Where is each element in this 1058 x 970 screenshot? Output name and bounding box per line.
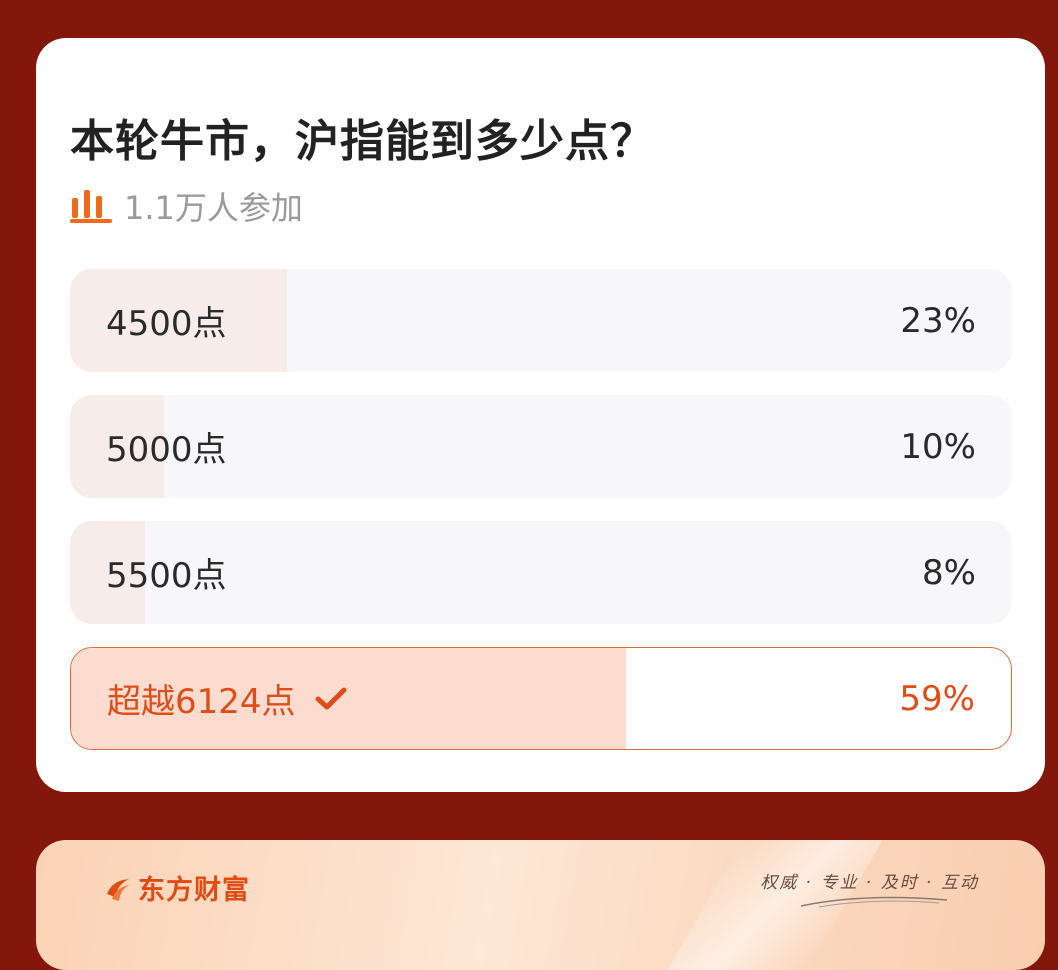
poll-options: 4500点 23% 5000点 10% 5500点 8% 超越6124点 59% (70, 269, 1012, 773)
poll-option-4500[interactable]: 4500点 23% (70, 269, 1012, 372)
flame-logo-icon (107, 878, 129, 901)
checkmark-icon (315, 687, 347, 709)
option-percent: 8% (922, 552, 976, 593)
brand-banner: 东方财富 权威 · 专业 · 及时 · 互动 (36, 840, 1045, 970)
swoosh-decoration (800, 896, 948, 908)
option-label: 5000点 (106, 430, 227, 470)
poll-option-above-6124[interactable]: 超越6124点 59% (70, 647, 1012, 750)
poll-card: 本轮牛市，沪指能到多少点？ 1.1万人参加 4500点 23% 5000点 10… (36, 38, 1045, 792)
option-percent: 23% (900, 300, 976, 341)
brand-name: 东方财富 (104, 868, 250, 907)
participants-count: 1.1万人参加 (70, 183, 303, 229)
brand-text: 东方财富 (138, 875, 250, 906)
option-label: 4500点 (106, 304, 227, 344)
option-label: 5500点 (106, 556, 227, 596)
poll-option-5000[interactable]: 5000点 10% (70, 395, 1012, 498)
bar-chart-icon (70, 190, 112, 223)
poll-option-5500[interactable]: 5500点 8% (70, 521, 1012, 624)
option-label: 超越6124点 (107, 682, 296, 722)
slogan: 权威 · 专业 · 及时 · 互动 (760, 873, 979, 893)
poll-title: 本轮牛市，沪指能到多少点？ (70, 116, 655, 167)
participants-text: 1.1万人参加 (124, 189, 303, 227)
option-percent: 59% (899, 678, 975, 719)
option-percent: 10% (900, 426, 976, 467)
